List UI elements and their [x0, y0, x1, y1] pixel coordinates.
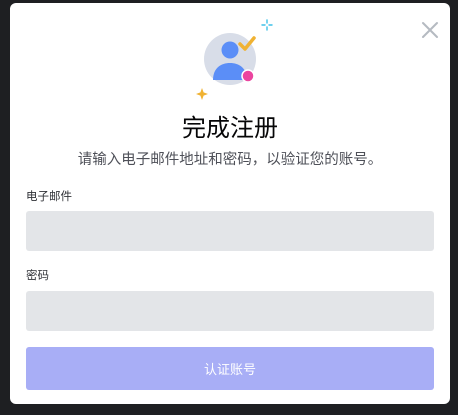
dialog-title: 完成注册: [182, 114, 278, 142]
verified-user-icon: [196, 19, 273, 100]
verify-account-button[interactable]: 认证账号: [26, 347, 434, 390]
password-label: 密码: [26, 268, 49, 282]
dialog-subtitle: 请输入电子邮件地址和密码，以验证您的账号。: [77, 152, 383, 168]
password-field[interactable]: [26, 291, 434, 331]
verified-user-illustration: [182, 17, 282, 101]
email-label: 电子邮件: [26, 189, 72, 203]
close-button[interactable]: [420, 20, 440, 40]
register-dialog: 完成注册 请输入电子邮件地址和密码，以验证您的账号。 电子邮件 密码 认证账号: [10, 3, 450, 404]
close-icon: [422, 22, 438, 38]
email-field[interactable]: [26, 211, 434, 251]
